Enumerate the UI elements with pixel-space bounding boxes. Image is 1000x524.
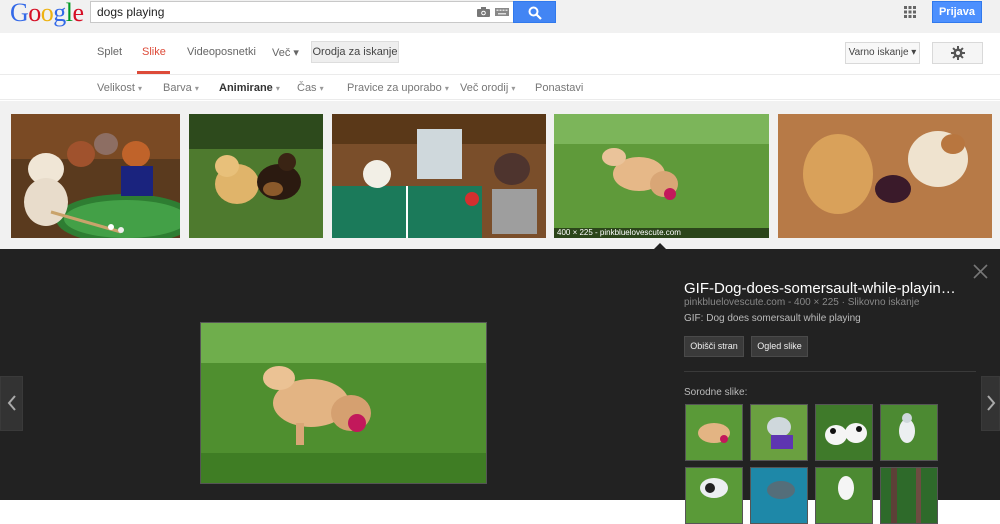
search-button[interactable] [513,1,556,23]
related-images-label: Sorodne slike: [684,387,748,398]
search-tools-button[interactable]: Orodja za iskanje [311,41,399,63]
tool-time[interactable]: Čas ▾ [297,82,324,94]
chevron-down-icon: ▾ [275,84,280,93]
chevron-down-icon: ▾ [444,84,449,93]
result-thumbnail[interactable] [332,114,546,238]
related-image[interactable] [815,467,873,524]
view-image-button[interactable]: Ogled slike [751,336,808,357]
active-tab-indicator [137,71,170,74]
related-image[interactable] [750,467,808,524]
logo-letter: l [65,0,73,27]
related-image[interactable] [815,404,873,461]
tool-label: Čas [297,82,317,94]
image-results: 400 × 225 - pinkbluelovescute.com [0,101,1000,250]
chevron-down-icon: ▾ [194,84,199,93]
visit-page-button[interactable]: Obišči stran [684,336,744,357]
settings-button[interactable] [932,42,983,64]
logo-letter: g [53,0,66,27]
chevron-down-icon: ▾ [137,84,142,93]
result-thumbnail[interactable] [778,114,992,238]
tool-label: Pravice za uporabo [347,82,442,94]
search-icon [528,6,542,20]
result-thumbnail[interactable] [11,114,180,238]
related-image[interactable] [685,467,743,524]
logo-letter: e [72,0,85,27]
tool-label: Velikost [97,82,135,94]
result-thumbnail[interactable] [189,114,323,238]
chevron-down-icon: ▾ [319,84,324,93]
preview-source: pinkbluelovescute.com - 400 × 225 · Slik… [684,297,920,308]
image-preview-panel: GIF-Dog-does-somersault-while-playin… pi… [0,249,1000,524]
tool-animated[interactable]: Animirane ▾ [219,82,280,94]
next-image-button[interactable] [981,376,1000,431]
tool-label: Animirane [219,82,273,94]
chevron-down-icon: ▾ [511,84,516,93]
search-tools-bar: Velikost ▾ Barva ▾ Animirane ▾ Čas ▾ Pra… [0,75,1000,100]
preview-description: GIF: Dog does somersault while playing [684,313,861,324]
tool-size[interactable]: Velikost ▾ [97,82,142,94]
keyboard-icon[interactable] [495,8,509,16]
result-thumbnail-selected[interactable]: 400 × 225 - pinkbluelovescute.com [554,114,769,238]
search-nav-bar: Splet Slike Videoposnetki Več ▾ Orodja z… [0,33,1000,75]
logo-letter: o [28,0,41,27]
logo-letter: G [10,0,29,27]
preview-image[interactable] [200,322,487,484]
image-size-caption: 400 × 225 - pinkbluelovescute.com [554,228,769,238]
chevron-left-icon [7,395,16,411]
search-input[interactable] [97,4,467,20]
sign-in-button[interactable]: Prijava [932,1,982,23]
tab-web[interactable]: Splet [97,46,122,58]
search-box [90,1,514,23]
tool-label: Več orodij [460,82,509,94]
safesearch-dropdown[interactable]: Varno iskanje ▾ [845,42,920,64]
tool-usage-rights[interactable]: Pravice za uporabo ▾ [347,82,449,94]
close-icon[interactable] [973,264,988,279]
gear-icon [951,46,965,60]
tab-videos[interactable]: Videoposnetki [187,46,256,58]
related-image[interactable] [880,404,938,461]
tab-images[interactable]: Slike [142,46,166,58]
logo-letter: o [40,0,54,27]
top-bar: Google Prijava [0,0,1000,33]
tab-more[interactable]: Več ▾ [272,46,299,59]
divider [684,371,976,372]
apps-grid-icon[interactable] [904,6,916,18]
camera-icon[interactable] [477,7,490,17]
related-image[interactable] [750,404,808,461]
preview-title[interactable]: GIF-Dog-does-somersault-while-playin… [684,280,974,297]
related-image[interactable] [880,467,938,524]
tool-label: Barva [163,82,192,94]
related-image[interactable] [685,404,743,461]
tool-more-tools[interactable]: Več orodij ▾ [460,82,515,94]
chevron-right-icon [987,395,996,411]
tool-color[interactable]: Barva ▾ [163,82,199,94]
google-logo[interactable]: Google [10,0,84,26]
tool-reset[interactable]: Ponastavi [535,82,583,94]
previous-image-button[interactable] [0,376,23,431]
